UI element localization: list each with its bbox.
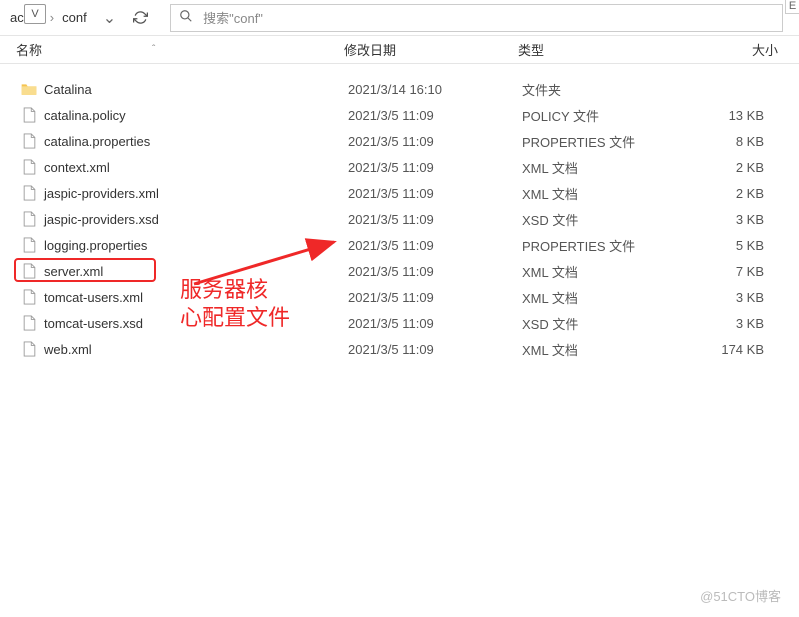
file-row[interactable]: jaspic-providers.xml2021/3/5 11:09XML 文档… <box>0 180 799 206</box>
right-edge-badge: E <box>785 0 799 14</box>
file-date: 2021/3/5 11:09 <box>348 316 522 331</box>
file-size: 7 KB <box>692 264 772 279</box>
file-icon <box>20 314 38 332</box>
v-badge-icon: V <box>24 4 46 24</box>
file-date: 2021/3/5 11:09 <box>348 290 522 305</box>
file-type: XML 文档 <box>522 158 692 177</box>
file-size: 3 KB <box>692 316 772 331</box>
sort-chevron-icon: ˆ <box>152 44 155 55</box>
refresh-button[interactable] <box>126 4 154 32</box>
file-type: XML 文档 <box>522 340 692 359</box>
search-icon <box>179 9 193 26</box>
file-type: PROPERTIES 文件 <box>522 236 692 255</box>
col-header-name[interactable]: 名称 ˆ <box>16 40 344 59</box>
file-type: XSD 文件 <box>522 210 692 229</box>
file-size: 13 KB <box>692 108 772 123</box>
chevron-down-icon[interactable]: ⌄ <box>103 8 116 28</box>
file-date: 2021/3/5 11:09 <box>348 212 522 227</box>
file-row[interactable]: catalina.properties2021/3/5 11:09PROPERT… <box>0 128 799 154</box>
file-size: 8 KB <box>692 134 772 149</box>
file-icon <box>20 106 38 124</box>
file-row[interactable]: web.xml2021/3/5 11:09XML 文档174 KB <box>0 336 799 362</box>
file-date: 2021/3/5 11:09 <box>348 160 522 175</box>
col-header-type[interactable]: 类型 <box>518 40 688 59</box>
col-header-date[interactable]: 修改日期 <box>344 40 518 59</box>
file-row[interactable]: tomcat-users.xsd2021/3/5 11:09XSD 文件3 KB <box>0 310 799 336</box>
file-date: 2021/3/5 11:09 <box>348 134 522 149</box>
file-name: catalina.policy <box>44 108 348 123</box>
file-type: POLICY 文件 <box>522 106 692 125</box>
file-date: 2021/3/5 11:09 <box>348 264 522 279</box>
file-name: jaspic-providers.xsd <box>44 212 348 227</box>
folder-icon <box>20 80 38 98</box>
file-name: context.xml <box>44 160 348 175</box>
file-type: XML 文档 <box>522 288 692 307</box>
file-size: 2 KB <box>692 160 772 175</box>
file-row[interactable]: catalina.policy2021/3/5 11:09POLICY 文件13… <box>0 102 799 128</box>
file-name: tomcat-users.xsd <box>44 316 348 331</box>
file-size: 3 KB <box>692 290 772 305</box>
refresh-icon <box>133 10 148 25</box>
col-header-size[interactable]: 大小 <box>688 40 778 59</box>
file-list: Catalina2021/3/14 16:10文件夹catalina.polic… <box>0 64 799 362</box>
file-name: web.xml <box>44 342 348 357</box>
file-type: 文件夹 <box>522 80 692 99</box>
file-type: XML 文档 <box>522 262 692 281</box>
file-date: 2021/3/5 11:09 <box>348 342 522 357</box>
file-icon <box>20 262 38 280</box>
file-date: 2021/3/5 11:09 <box>348 108 522 123</box>
file-size: 5 KB <box>692 238 772 253</box>
file-date: 2021/3/14 16:10 <box>348 82 522 97</box>
file-row[interactable]: Catalina2021/3/14 16:10文件夹 <box>0 76 799 102</box>
file-size: 3 KB <box>692 212 772 227</box>
file-icon <box>20 132 38 150</box>
file-icon <box>20 158 38 176</box>
file-name: server.xml <box>44 264 348 279</box>
watermark: @51CTO博客 <box>700 586 781 605</box>
file-size: 174 KB <box>692 342 772 357</box>
file-row[interactable]: server.xml2021/3/5 11:09XML 文档7 KB <box>0 258 799 284</box>
toolbar: ach... › conf ⌄ 搜索"conf" <box>0 0 799 36</box>
file-date: 2021/3/5 11:09 <box>348 238 522 253</box>
file-icon <box>20 340 38 358</box>
file-name: jaspic-providers.xml <box>44 186 348 201</box>
file-icon <box>20 236 38 254</box>
file-icon <box>20 210 38 228</box>
search-input[interactable]: 搜索"conf" <box>170 4 783 32</box>
file-type: PROPERTIES 文件 <box>522 132 692 151</box>
file-row[interactable]: tomcat-users.xml2021/3/5 11:09XML 文档3 KB <box>0 284 799 310</box>
file-row[interactable]: context.xml2021/3/5 11:09XML 文档2 KB <box>0 154 799 180</box>
file-type: XSD 文件 <box>522 314 692 333</box>
file-size: 2 KB <box>692 186 772 201</box>
file-date: 2021/3/5 11:09 <box>348 186 522 201</box>
file-name: logging.properties <box>44 238 348 253</box>
column-headers: 名称 ˆ 修改日期 类型 大小 <box>0 36 799 64</box>
breadcrumb[interactable]: ach... › conf <box>4 10 93 25</box>
file-name: catalina.properties <box>44 134 348 149</box>
search-placeholder: 搜索"conf" <box>203 8 263 27</box>
file-name: Catalina <box>44 82 348 97</box>
breadcrumb-current[interactable]: conf <box>56 10 93 25</box>
file-row[interactable]: jaspic-providers.xsd2021/3/5 11:09XSD 文件… <box>0 206 799 232</box>
file-icon <box>20 288 38 306</box>
file-name: tomcat-users.xml <box>44 290 348 305</box>
file-type: XML 文档 <box>522 184 692 203</box>
file-icon <box>20 184 38 202</box>
file-row[interactable]: logging.properties2021/3/5 11:09PROPERTI… <box>0 232 799 258</box>
chevron-right-icon: › <box>50 10 54 25</box>
